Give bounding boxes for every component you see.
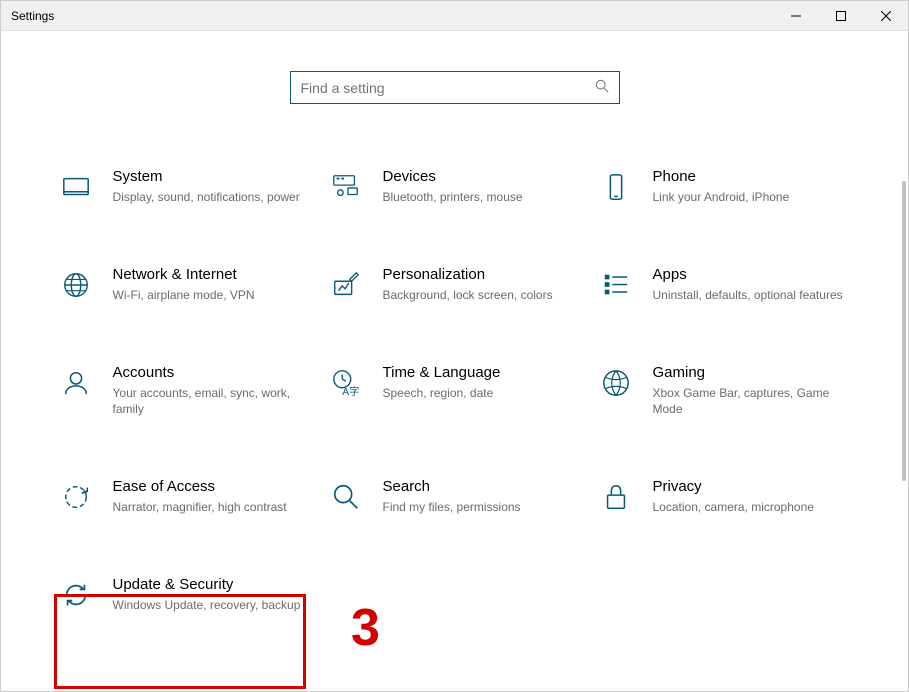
item-desc: Your accounts, email, sync, work, family bbox=[113, 385, 311, 419]
search-input[interactable] bbox=[301, 80, 595, 96]
item-title: Phone bbox=[653, 168, 851, 185]
item-desc: Find my files, permissions bbox=[383, 499, 581, 516]
search-category-icon bbox=[329, 480, 363, 514]
item-title: Ease of Access bbox=[113, 478, 311, 495]
accounts-icon bbox=[59, 366, 93, 400]
time-language-icon: A字 bbox=[329, 366, 363, 400]
item-desc: Background, lock screen, colors bbox=[383, 287, 581, 304]
personalization-icon bbox=[329, 268, 363, 302]
item-title: Privacy bbox=[653, 478, 851, 495]
item-title: Gaming bbox=[653, 364, 851, 381]
scrollbar-thumb[interactable] bbox=[902, 181, 906, 481]
devices-icon bbox=[329, 170, 363, 204]
apps-icon bbox=[599, 268, 633, 302]
item-desc: Xbox Game Bar, captures, Game Mode bbox=[653, 385, 851, 419]
settings-item-accounts[interactable]: Accounts Your accounts, email, sync, wor… bbox=[55, 360, 315, 423]
item-desc: Narrator, magnifier, high contrast bbox=[113, 499, 311, 516]
item-title: System bbox=[113, 168, 311, 185]
network-icon bbox=[59, 268, 93, 302]
item-desc: Link your Android, iPhone bbox=[653, 189, 851, 206]
settings-item-privacy[interactable]: Privacy Location, camera, microphone bbox=[595, 474, 855, 520]
settings-item-system[interactable]: System Display, sound, notifications, po… bbox=[55, 164, 315, 210]
settings-item-time-language[interactable]: A字 Time & Language Speech, region, date bbox=[325, 360, 585, 423]
item-title: Apps bbox=[653, 266, 851, 283]
window-controls bbox=[773, 1, 908, 30]
gaming-icon bbox=[599, 366, 633, 400]
window-title: Settings bbox=[11, 9, 54, 23]
item-desc: Bluetooth, printers, mouse bbox=[383, 189, 581, 206]
search-box[interactable] bbox=[290, 71, 620, 104]
svg-text:A字: A字 bbox=[342, 385, 359, 398]
settings-item-personalization[interactable]: Personalization Background, lock screen,… bbox=[325, 262, 585, 308]
item-desc: Wi-Fi, airplane mode, VPN bbox=[113, 287, 311, 304]
item-desc: Speech, region, date bbox=[383, 385, 581, 402]
settings-item-network[interactable]: Network & Internet Wi-Fi, airplane mode,… bbox=[55, 262, 315, 308]
item-title: Accounts bbox=[113, 364, 311, 381]
system-icon bbox=[59, 170, 93, 204]
settings-item-search[interactable]: Search Find my files, permissions bbox=[325, 474, 585, 520]
item-desc: Windows Update, recovery, backup bbox=[113, 597, 311, 614]
update-security-icon bbox=[59, 578, 93, 612]
content-area: System Display, sound, notifications, po… bbox=[1, 31, 908, 691]
item-desc: Display, sound, notifications, power bbox=[113, 189, 311, 206]
phone-icon bbox=[599, 170, 633, 204]
item-title: Personalization bbox=[383, 266, 581, 283]
item-desc: Location, camera, microphone bbox=[653, 499, 851, 516]
settings-item-apps[interactable]: Apps Uninstall, defaults, optional featu… bbox=[595, 262, 855, 308]
item-title: Update & Security bbox=[113, 576, 311, 593]
item-desc: Uninstall, defaults, optional features bbox=[653, 287, 851, 304]
close-button[interactable] bbox=[863, 1, 908, 30]
settings-item-ease-of-access[interactable]: Ease of Access Narrator, magnifier, high… bbox=[55, 474, 315, 520]
privacy-icon bbox=[599, 480, 633, 514]
settings-grid: System Display, sound, notifications, po… bbox=[61, 164, 848, 618]
minimize-button[interactable] bbox=[773, 1, 818, 30]
titlebar: Settings bbox=[1, 1, 908, 31]
item-title: Network & Internet bbox=[113, 266, 311, 283]
settings-item-update-security[interactable]: Update & Security Windows Update, recove… bbox=[55, 572, 315, 618]
item-title: Time & Language bbox=[383, 364, 581, 381]
maximize-button[interactable] bbox=[818, 1, 863, 30]
ease-of-access-icon bbox=[59, 480, 93, 514]
settings-item-devices[interactable]: Devices Bluetooth, printers, mouse bbox=[325, 164, 585, 210]
settings-item-gaming[interactable]: Gaming Xbox Game Bar, captures, Game Mod… bbox=[595, 360, 855, 423]
search-icon bbox=[595, 79, 609, 96]
settings-item-phone[interactable]: Phone Link your Android, iPhone bbox=[595, 164, 855, 210]
item-title: Devices bbox=[383, 168, 581, 185]
item-title: Search bbox=[383, 478, 581, 495]
